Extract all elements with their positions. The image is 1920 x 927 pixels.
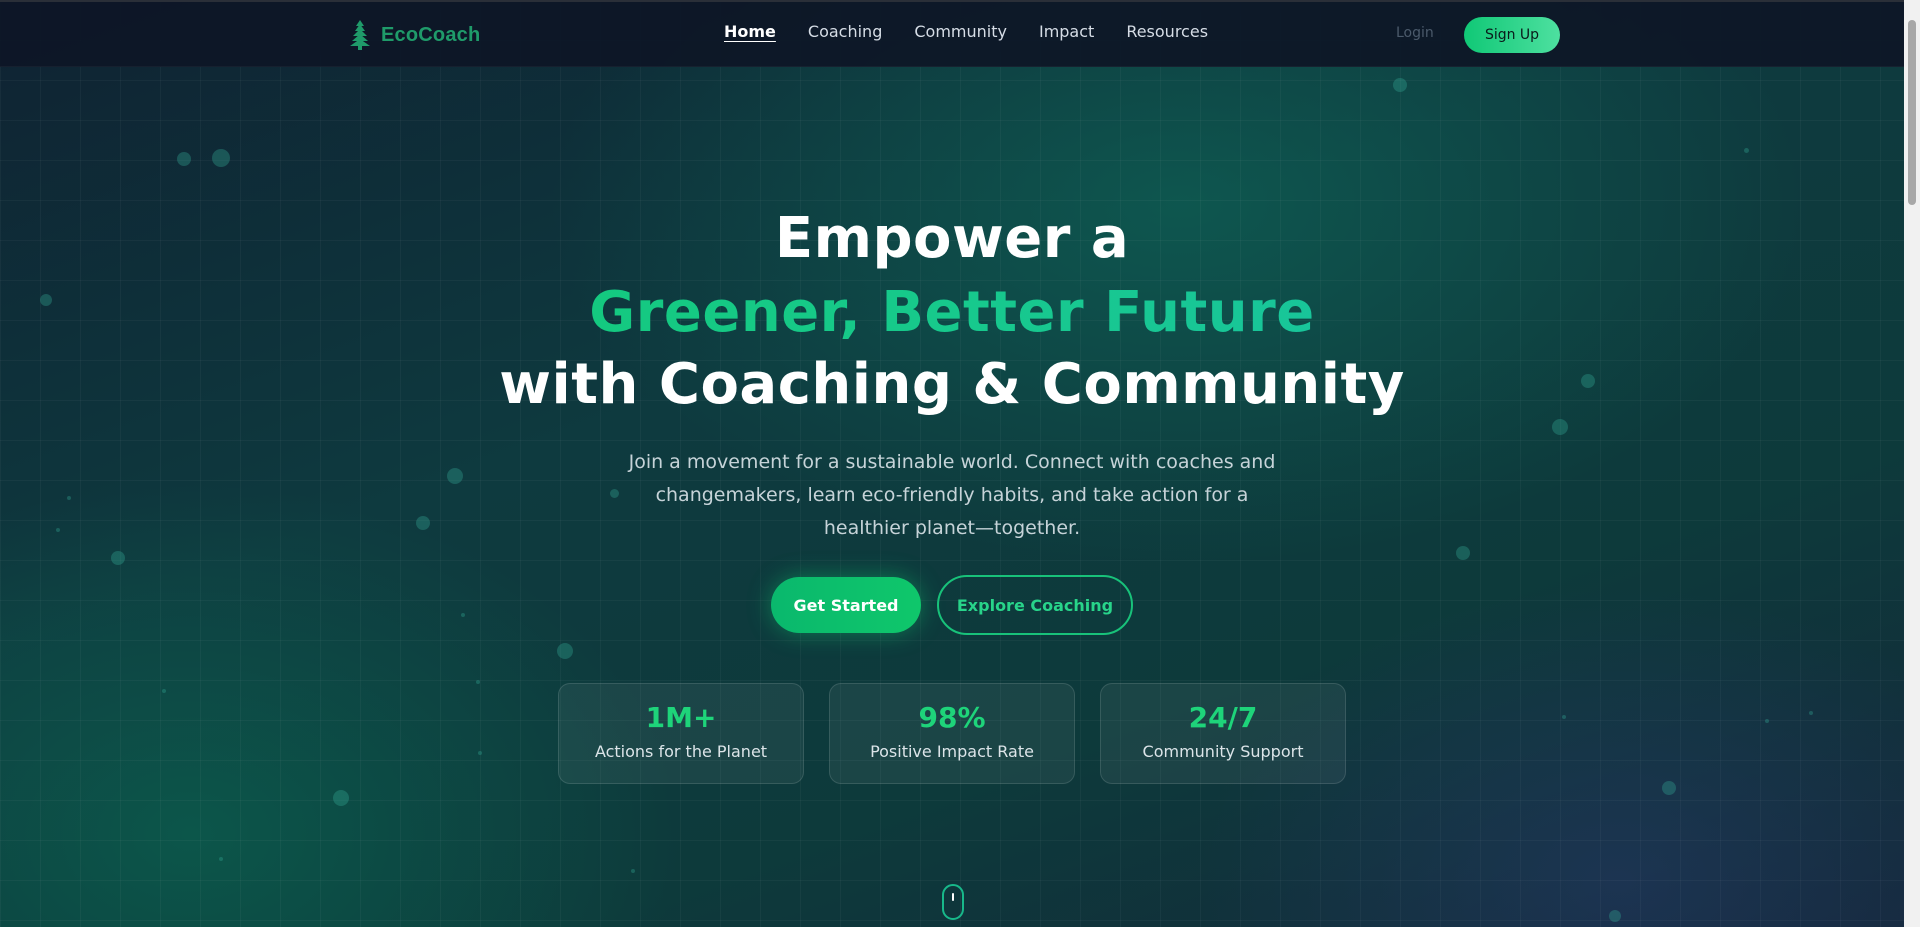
explore-coaching-button[interactable]: Explore Coaching	[937, 575, 1133, 635]
login-link[interactable]: Login	[1396, 25, 1434, 41]
particle	[1765, 719, 1769, 723]
stat-value: 1M+	[645, 701, 717, 734]
particle	[476, 680, 480, 684]
particle	[1809, 711, 1813, 715]
hero-section: Empower a Greener, Better Future with Co…	[0, 0, 1904, 927]
page-scrollbar[interactable]	[1904, 0, 1920, 927]
particle	[1552, 419, 1568, 435]
particle	[461, 613, 465, 617]
nav-link-resources[interactable]: Resources	[1126, 22, 1208, 41]
particle	[416, 516, 430, 530]
stats-row: 1M+ Actions for the Planet 98% Positive …	[558, 683, 1346, 784]
particle	[177, 152, 191, 166]
particle	[1744, 148, 1749, 153]
signup-button[interactable]: Sign Up	[1464, 17, 1560, 53]
top-navbar: EcoCoach Home Coaching Community Impact …	[0, 0, 1904, 67]
hero-title-highlight: Greener, Better Future	[0, 280, 1904, 345]
particle	[212, 149, 230, 167]
hero-title-line3: with Coaching & Community	[499, 352, 1405, 417]
particle	[1662, 781, 1676, 795]
particle	[219, 857, 223, 861]
get-started-button[interactable]: Get Started	[771, 577, 921, 633]
particle	[478, 751, 482, 755]
nav-link-impact[interactable]: Impact	[1039, 22, 1094, 41]
stat-value: 98%	[918, 701, 986, 734]
hero-title-line1: Empower a	[774, 206, 1130, 271]
particle	[610, 489, 619, 498]
stat-value: 24/7	[1188, 701, 1258, 734]
particle	[67, 496, 71, 500]
brand-name: EcoCoach	[381, 23, 481, 46]
scrollbar-thumb[interactable]	[1908, 20, 1916, 205]
brand-logo-link[interactable]: EcoCoach	[347, 18, 480, 52]
particle	[111, 551, 125, 565]
stat-card-support: 24/7 Community Support	[1100, 683, 1346, 784]
particle	[1562, 715, 1566, 719]
particle	[162, 689, 166, 693]
window-top-border	[0, 0, 1904, 2]
particle	[631, 869, 635, 873]
nav-links: Home Coaching Community Impact Resources	[724, 22, 1208, 41]
particle	[1393, 78, 1407, 92]
mouse-scroll-icon[interactable]	[942, 884, 964, 920]
nav-link-community[interactable]: Community	[914, 22, 1007, 41]
stat-card-impact-rate: 98% Positive Impact Rate	[829, 683, 1075, 784]
particle	[1609, 910, 1621, 922]
particle	[557, 643, 573, 659]
stat-card-actions: 1M+ Actions for the Planet	[558, 683, 804, 784]
nav-link-coaching[interactable]: Coaching	[808, 22, 882, 41]
stat-label: Positive Impact Rate	[870, 742, 1034, 761]
particle	[447, 468, 463, 484]
stat-label: Actions for the Planet	[594, 742, 768, 761]
tree-icon	[347, 18, 373, 52]
particle	[333, 790, 349, 806]
stat-label: Community Support	[1142, 742, 1304, 761]
particle	[1456, 546, 1470, 560]
particle	[56, 528, 60, 532]
hero-subtitle: Join a movement for a sustainable world.…	[628, 451, 1276, 539]
nav-link-home[interactable]: Home	[724, 22, 776, 41]
